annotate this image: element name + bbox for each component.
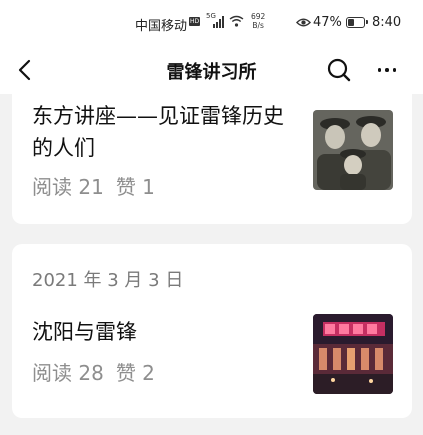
clock: 8:40 <box>372 15 402 30</box>
vintage-photo-soldiers <box>313 110 393 190</box>
more-dot <box>392 68 397 72</box>
more-dot <box>385 68 389 72</box>
search-icon[interactable] <box>325 56 353 84</box>
battery-percent: 47% <box>313 15 342 30</box>
nav-bar: 雷锋讲习所 <box>0 46 423 94</box>
hd-badge: HD <box>189 17 201 26</box>
battery-level-fill <box>348 19 355 26</box>
article-title: 东方讲座——见证雷锋历史的人们 <box>32 104 284 160</box>
like-count: 赞 1 <box>115 175 155 199</box>
signal-icon <box>213 16 227 28</box>
night-station-building <box>313 314 393 394</box>
status-bar: 中国移动 HD 5G 692 B/s 47% 8:40 <box>0 0 423 46</box>
eye-icon <box>296 18 311 27</box>
carrier-name: 中国移动 <box>135 19 188 34</box>
net-speed-unit: B/s <box>252 21 264 30</box>
article-meta: 阅读 21 赞 1 <box>32 171 155 200</box>
article-card[interactable]: 2021 年 3 月 3 日 沈阳与雷锋 阅读 28 赞 2 <box>12 244 412 418</box>
like-count: 赞 2 <box>115 361 155 385</box>
read-count: 阅读 28 <box>32 361 104 385</box>
wifi-icon <box>229 15 244 30</box>
article-title: 沈阳与雷锋 <box>32 320 137 344</box>
article-meta: 阅读 28 赞 2 <box>32 357 155 386</box>
article-card[interactable]: 东方讲座——见证雷锋历史的人们 阅读 21 赞 1 <box>12 94 412 224</box>
back-arrow-icon[interactable] <box>12 56 40 84</box>
net-speed-value: 692 <box>251 12 266 21</box>
net-speed: 692 B/s <box>251 12 265 30</box>
battery-icon <box>346 17 368 28</box>
article-date: 2021 年 3 月 3 日 <box>32 270 184 291</box>
article-thumbnail <box>313 110 393 190</box>
more-icon[interactable] <box>370 56 404 84</box>
page-title: 雷锋讲习所 <box>166 62 257 83</box>
more-dot <box>377 68 382 72</box>
read-count: 阅读 21 <box>32 175 104 199</box>
article-thumbnail <box>313 314 393 394</box>
